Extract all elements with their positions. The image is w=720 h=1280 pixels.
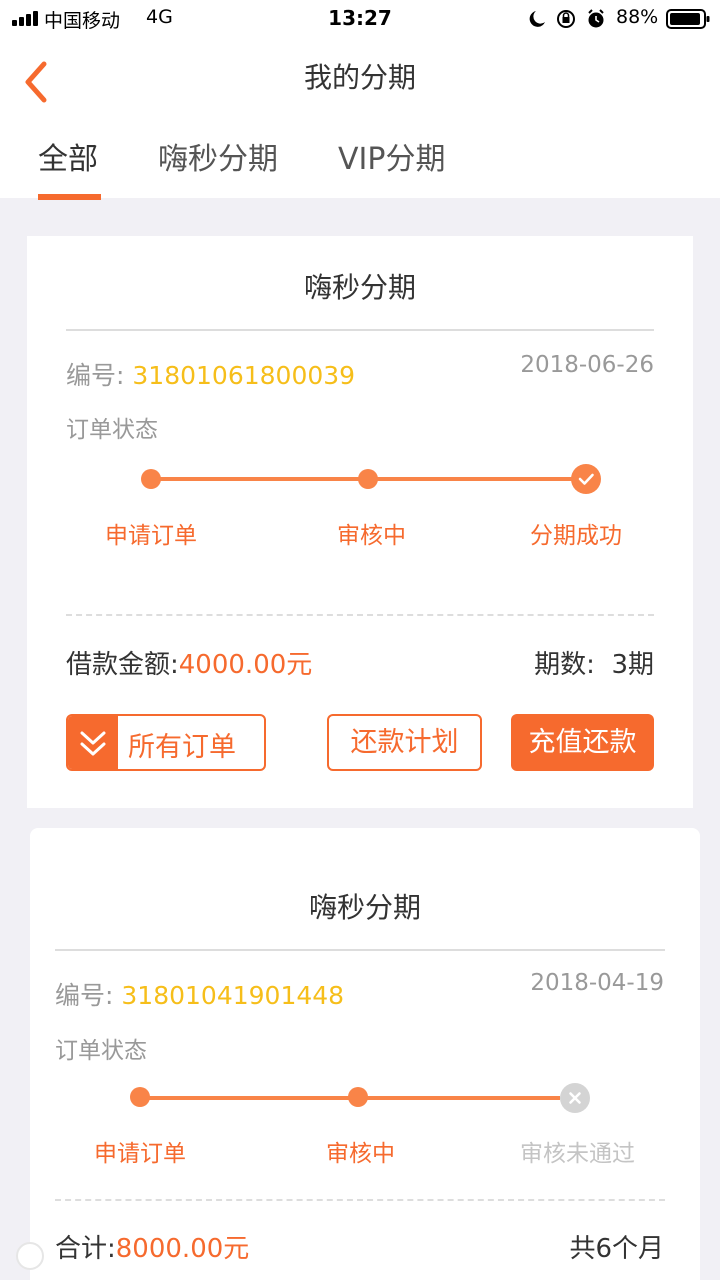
close-icon: [560, 1083, 590, 1113]
order-state-label: 订单状态: [66, 417, 158, 443]
step-dot: [141, 469, 161, 489]
total-amount: 合计:8000.00元: [55, 1234, 250, 1264]
step-label: 审核未通过: [520, 1141, 635, 1167]
page-title: 我的分期: [303, 61, 416, 94]
order-card: 嗨秒分期 编号: 31801041901448 2018-04-19 订单状态 …: [30, 828, 700, 1280]
step-label: 申请订单: [94, 1141, 186, 1167]
order-number: 编号: 31801061800039: [66, 361, 356, 390]
all-orders-label: 所有订单: [128, 732, 236, 763]
recharge-repay-button[interactable]: 充值还款: [511, 714, 654, 771]
tab-bar: 全部 嗨秒分期 VIP分期: [0, 128, 720, 200]
all-orders-button[interactable]: 所有订单: [66, 714, 266, 771]
card-title: 嗨秒分期: [303, 271, 416, 304]
battery-icon: [666, 9, 710, 29]
order-number-value: 31801061800039: [132, 361, 356, 390]
dashed-divider: [66, 614, 654, 616]
step-label: 审核中: [337, 523, 406, 549]
divider: [55, 949, 665, 951]
status-bar: 中国移动 4G 13:27 88%: [0, 0, 720, 38]
status-icons: [529, 9, 604, 28]
tab-vip[interactable]: VIP分期: [338, 134, 445, 178]
card-title: 嗨秒分期: [308, 891, 421, 924]
double-chevron-down-icon: [68, 716, 118, 769]
header: 我的分期 全部 嗨秒分期 VIP分期: [0, 38, 720, 200]
check-icon: [571, 464, 601, 494]
order-state-label: 订单状态: [55, 1038, 147, 1064]
order-date: 2018-04-19: [530, 970, 664, 996]
total-months: 共6个月: [569, 1234, 664, 1264]
divider: [66, 329, 654, 331]
step-label: 申请订单: [105, 523, 197, 549]
order-number-value: 31801041901448: [121, 981, 345, 1010]
period-count-value: 3期: [611, 650, 654, 680]
loan-amount: 借款金额:4000.00元: [66, 650, 313, 680]
moon-icon: [529, 11, 545, 27]
step-label: 分期成功: [530, 523, 622, 549]
order-number: 编号: 31801041901448: [55, 981, 345, 1010]
order-date: 2018-06-26: [520, 352, 654, 378]
repay-plan-button[interactable]: 还款计划: [327, 714, 482, 771]
tab-all[interactable]: 全部: [38, 134, 98, 178]
order-card: 嗨秒分期 编号: 31801061800039 2018-06-26 订单状态 …: [27, 236, 693, 808]
battery-percentage: 88%: [616, 6, 659, 28]
step-dot: [348, 1087, 368, 1107]
alarm-icon: [588, 9, 604, 28]
step-dot: [358, 469, 378, 489]
period-count: 期数: 3期: [534, 650, 654, 680]
loan-amount-value: 4000.00元: [178, 650, 313, 680]
step-dot: [130, 1087, 150, 1107]
clock: 13:27: [328, 6, 392, 30]
tab-haimiao[interactable]: 嗨秒分期: [158, 134, 278, 178]
step-label: 审核中: [326, 1141, 395, 1167]
dashed-divider: [55, 1199, 665, 1201]
rotation-lock-icon: [557, 10, 575, 28]
floating-assist-button[interactable]: [16, 1242, 44, 1270]
active-tab-indicator: [38, 194, 101, 200]
total-amount-value: 8000.00元: [115, 1234, 250, 1264]
